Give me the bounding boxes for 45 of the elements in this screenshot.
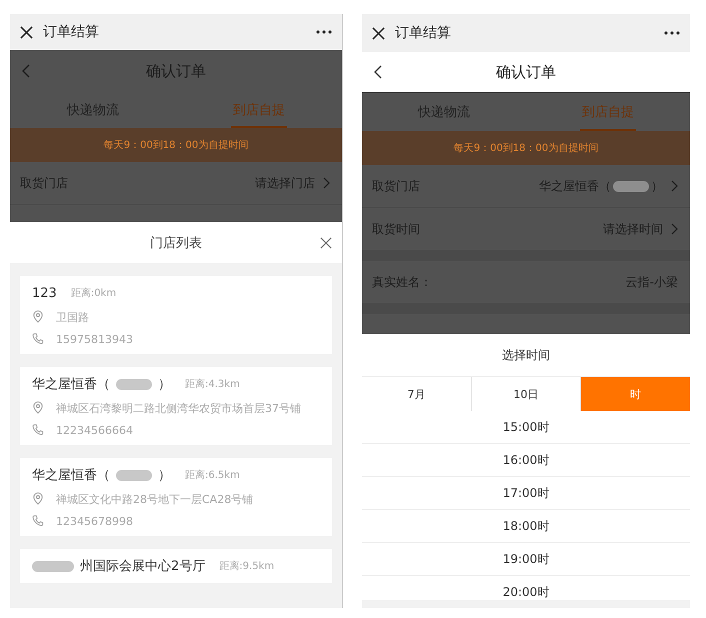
close-icon[interactable] [372, 26, 385, 40]
store-address: 禅城区文化中路28号地下一层CA28号铺 [56, 492, 254, 508]
store-distance: 距离:0km [70, 286, 116, 300]
store-card[interactable]: 华之屋恒香（ ） 距离:6.5km 禅城区文化中路28号地下一层CA28号铺 12345678998 [20, 458, 332, 536]
store-distance: 距离:6.5km [185, 468, 240, 482]
store-card[interactable]: 123 距离:0km 卫国路 15975813943 [20, 276, 332, 354]
store-phone: 12234566664 [56, 423, 133, 439]
store-name-end: 州国际会展中心2号厅 [80, 558, 206, 575]
window-title: 订单结算 [43, 23, 100, 41]
picker-tab[interactable]: 10日 [472, 377, 582, 411]
store-name: 华之屋恒香（ [32, 376, 110, 393]
store-card[interactable]: 华之屋恒香（ ） 距离:4.3km 禅城区石湾黎明二路北侧湾华农贸市场首层37号铺 12234566664 [20, 367, 332, 445]
store-address: 禅城区石湾黎明二路北侧湾华农贸市场首层37号铺 [56, 401, 301, 417]
location-pin-icon [32, 310, 44, 323]
phone-icon [32, 423, 44, 436]
time-option[interactable]: 19:00时 [362, 543, 690, 576]
store-distance: 距离:9.5km [219, 560, 274, 573]
store-card[interactable]: 州国际会展中心2号厅 距离:9.5km [20, 549, 332, 583]
store-name-end: ） [158, 467, 171, 484]
back-icon[interactable] [374, 65, 382, 79]
store-name-end: ） [158, 376, 171, 393]
store-name: 123 [32, 286, 57, 300]
row-value-end: ） [651, 178, 663, 194]
phone-icon [32, 514, 44, 527]
store-distance: 距离:4.3km [185, 378, 240, 391]
close-icon[interactable] [20, 26, 33, 38]
store-phone: 12345678998 [56, 514, 133, 530]
location-pin-icon [32, 401, 44, 414]
more-icon[interactable] [316, 30, 332, 34]
location-pin-icon [32, 492, 44, 505]
sheet-title: 选择时间 [501, 346, 551, 364]
time-option[interactable]: 17:00时 [362, 477, 690, 510]
sheet-title: 门店列表 [150, 234, 202, 252]
more-icon[interactable] [664, 31, 680, 35]
page-title: 确认订单 [496, 62, 556, 82]
time-option[interactable]: 18:00时 [362, 510, 690, 543]
time-option[interactable]: 15:00时 [362, 411, 690, 444]
window-title: 订单结算 [395, 24, 452, 42]
phone-icon [32, 332, 44, 345]
pickup-notice: 每天9：00到18：00为自提时间 [362, 131, 690, 165]
pickup-notice: 每天9：00到18：00为自提时间 [10, 128, 342, 162]
store-name: 华之屋恒香（ [32, 467, 110, 484]
store-address: 卫国路 [56, 310, 89, 326]
time-option[interactable]: 16:00时 [362, 444, 690, 477]
store-phone: 15975813943 [56, 332, 133, 348]
